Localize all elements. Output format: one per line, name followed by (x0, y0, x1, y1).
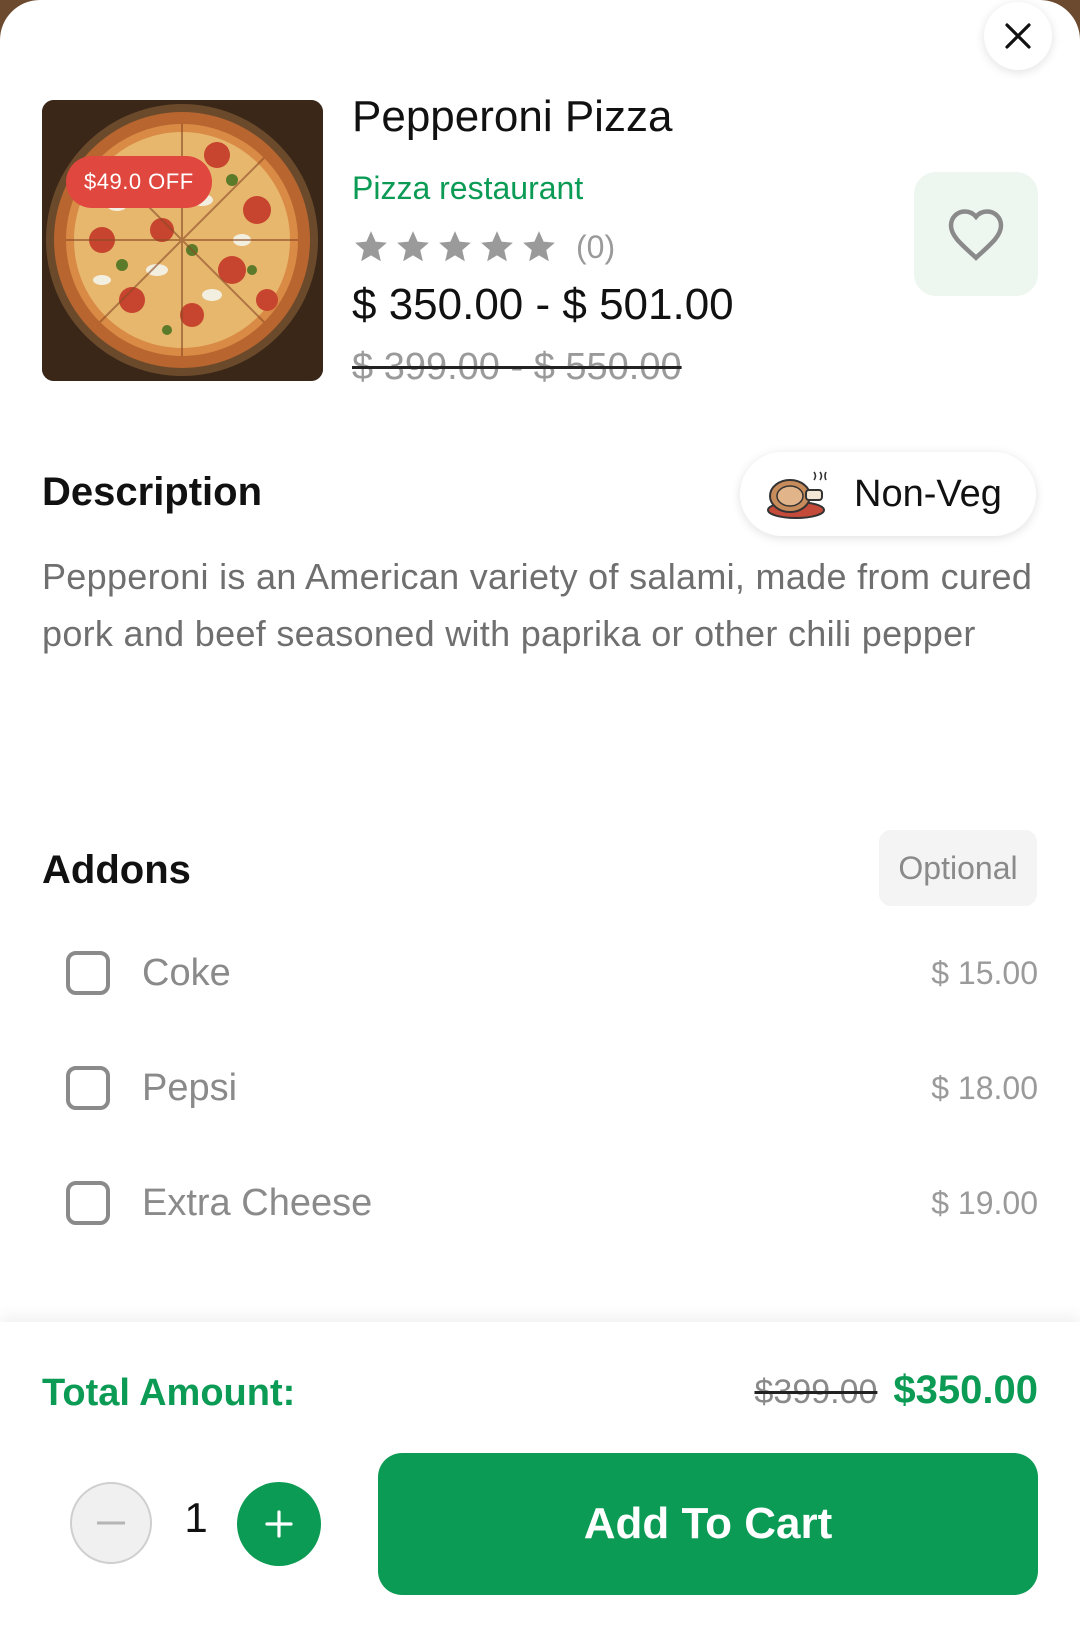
minus-icon (97, 1521, 125, 1525)
discount-badge: $49.0 OFF (66, 156, 212, 208)
addon-checkbox[interactable] (66, 1066, 110, 1110)
heart-icon (948, 209, 1004, 261)
pizza-image (42, 100, 323, 381)
star-icon (481, 231, 513, 262)
rating: (0) (352, 228, 615, 266)
quantity-increase-button[interactable] (237, 1482, 321, 1566)
restaurant-link[interactable]: Pizza restaurant (352, 170, 583, 207)
total-values: $399.00 $350.00 (755, 1368, 1039, 1413)
rating-count: (0) (576, 228, 616, 265)
addon-name: Coke (142, 951, 231, 994)
quantity-value: 1 (184, 1494, 208, 1541)
total-old-price: $399.00 (754, 1373, 878, 1411)
addon-row[interactable]: Extra Cheese $ 19.00 (66, 1173, 1038, 1233)
close-button[interactable] (984, 2, 1052, 70)
diet-label: Non-Veg (854, 472, 1002, 515)
addon-price: $ 19.00 (931, 1184, 1038, 1221)
add-to-cart-button[interactable]: Add To Cart (378, 1453, 1038, 1595)
price-range: $ 350.00 - $ 501.00 (352, 280, 734, 329)
product-sheet: $49.0 OFF Pepperoni Pizza Pizza restaura… (0, 0, 1080, 1627)
product-image: $49.0 OFF (42, 100, 323, 381)
addon-checkbox[interactable] (66, 1181, 110, 1225)
star-icon (439, 231, 471, 262)
description-text: Pepperoni is an American variety of sala… (42, 556, 1033, 654)
addon-price: $ 18.00 (931, 1069, 1038, 1106)
star-icon (523, 231, 555, 262)
product-title: Pepperoni Pizza (352, 92, 673, 141)
favorite-button[interactable] (914, 172, 1038, 296)
diet-badge: Non-Veg (740, 452, 1036, 536)
bottom-bar: Total Amount: $399.00 $350.00 1 Add To C… (0, 1322, 1080, 1627)
rating-stars (352, 228, 558, 266)
old-price-range: $ 399.00 - $ 550.00 (352, 346, 682, 388)
plus-icon (265, 1510, 293, 1538)
total-label: Total Amount: (42, 1372, 296, 1414)
star-icon (397, 231, 429, 262)
addon-row[interactable]: Coke $ 15.00 (66, 943, 1038, 1003)
addon-name: Pepsi (142, 1066, 238, 1109)
addon-name: Extra Cheese (142, 1181, 373, 1224)
addon-row[interactable]: Pepsi $ 18.00 (66, 1058, 1038, 1118)
addon-checkbox[interactable] (66, 951, 110, 995)
total-price: $350.00 (893, 1368, 1038, 1412)
close-icon (1005, 23, 1031, 49)
star-icon (355, 231, 387, 262)
optional-tag: Optional (879, 830, 1037, 906)
meat-icon (767, 471, 827, 519)
description-heading: Description (42, 470, 263, 514)
addons-heading: Addons (42, 848, 191, 892)
quantity-decrease-button[interactable] (70, 1482, 152, 1564)
addon-price: $ 15.00 (931, 954, 1038, 991)
